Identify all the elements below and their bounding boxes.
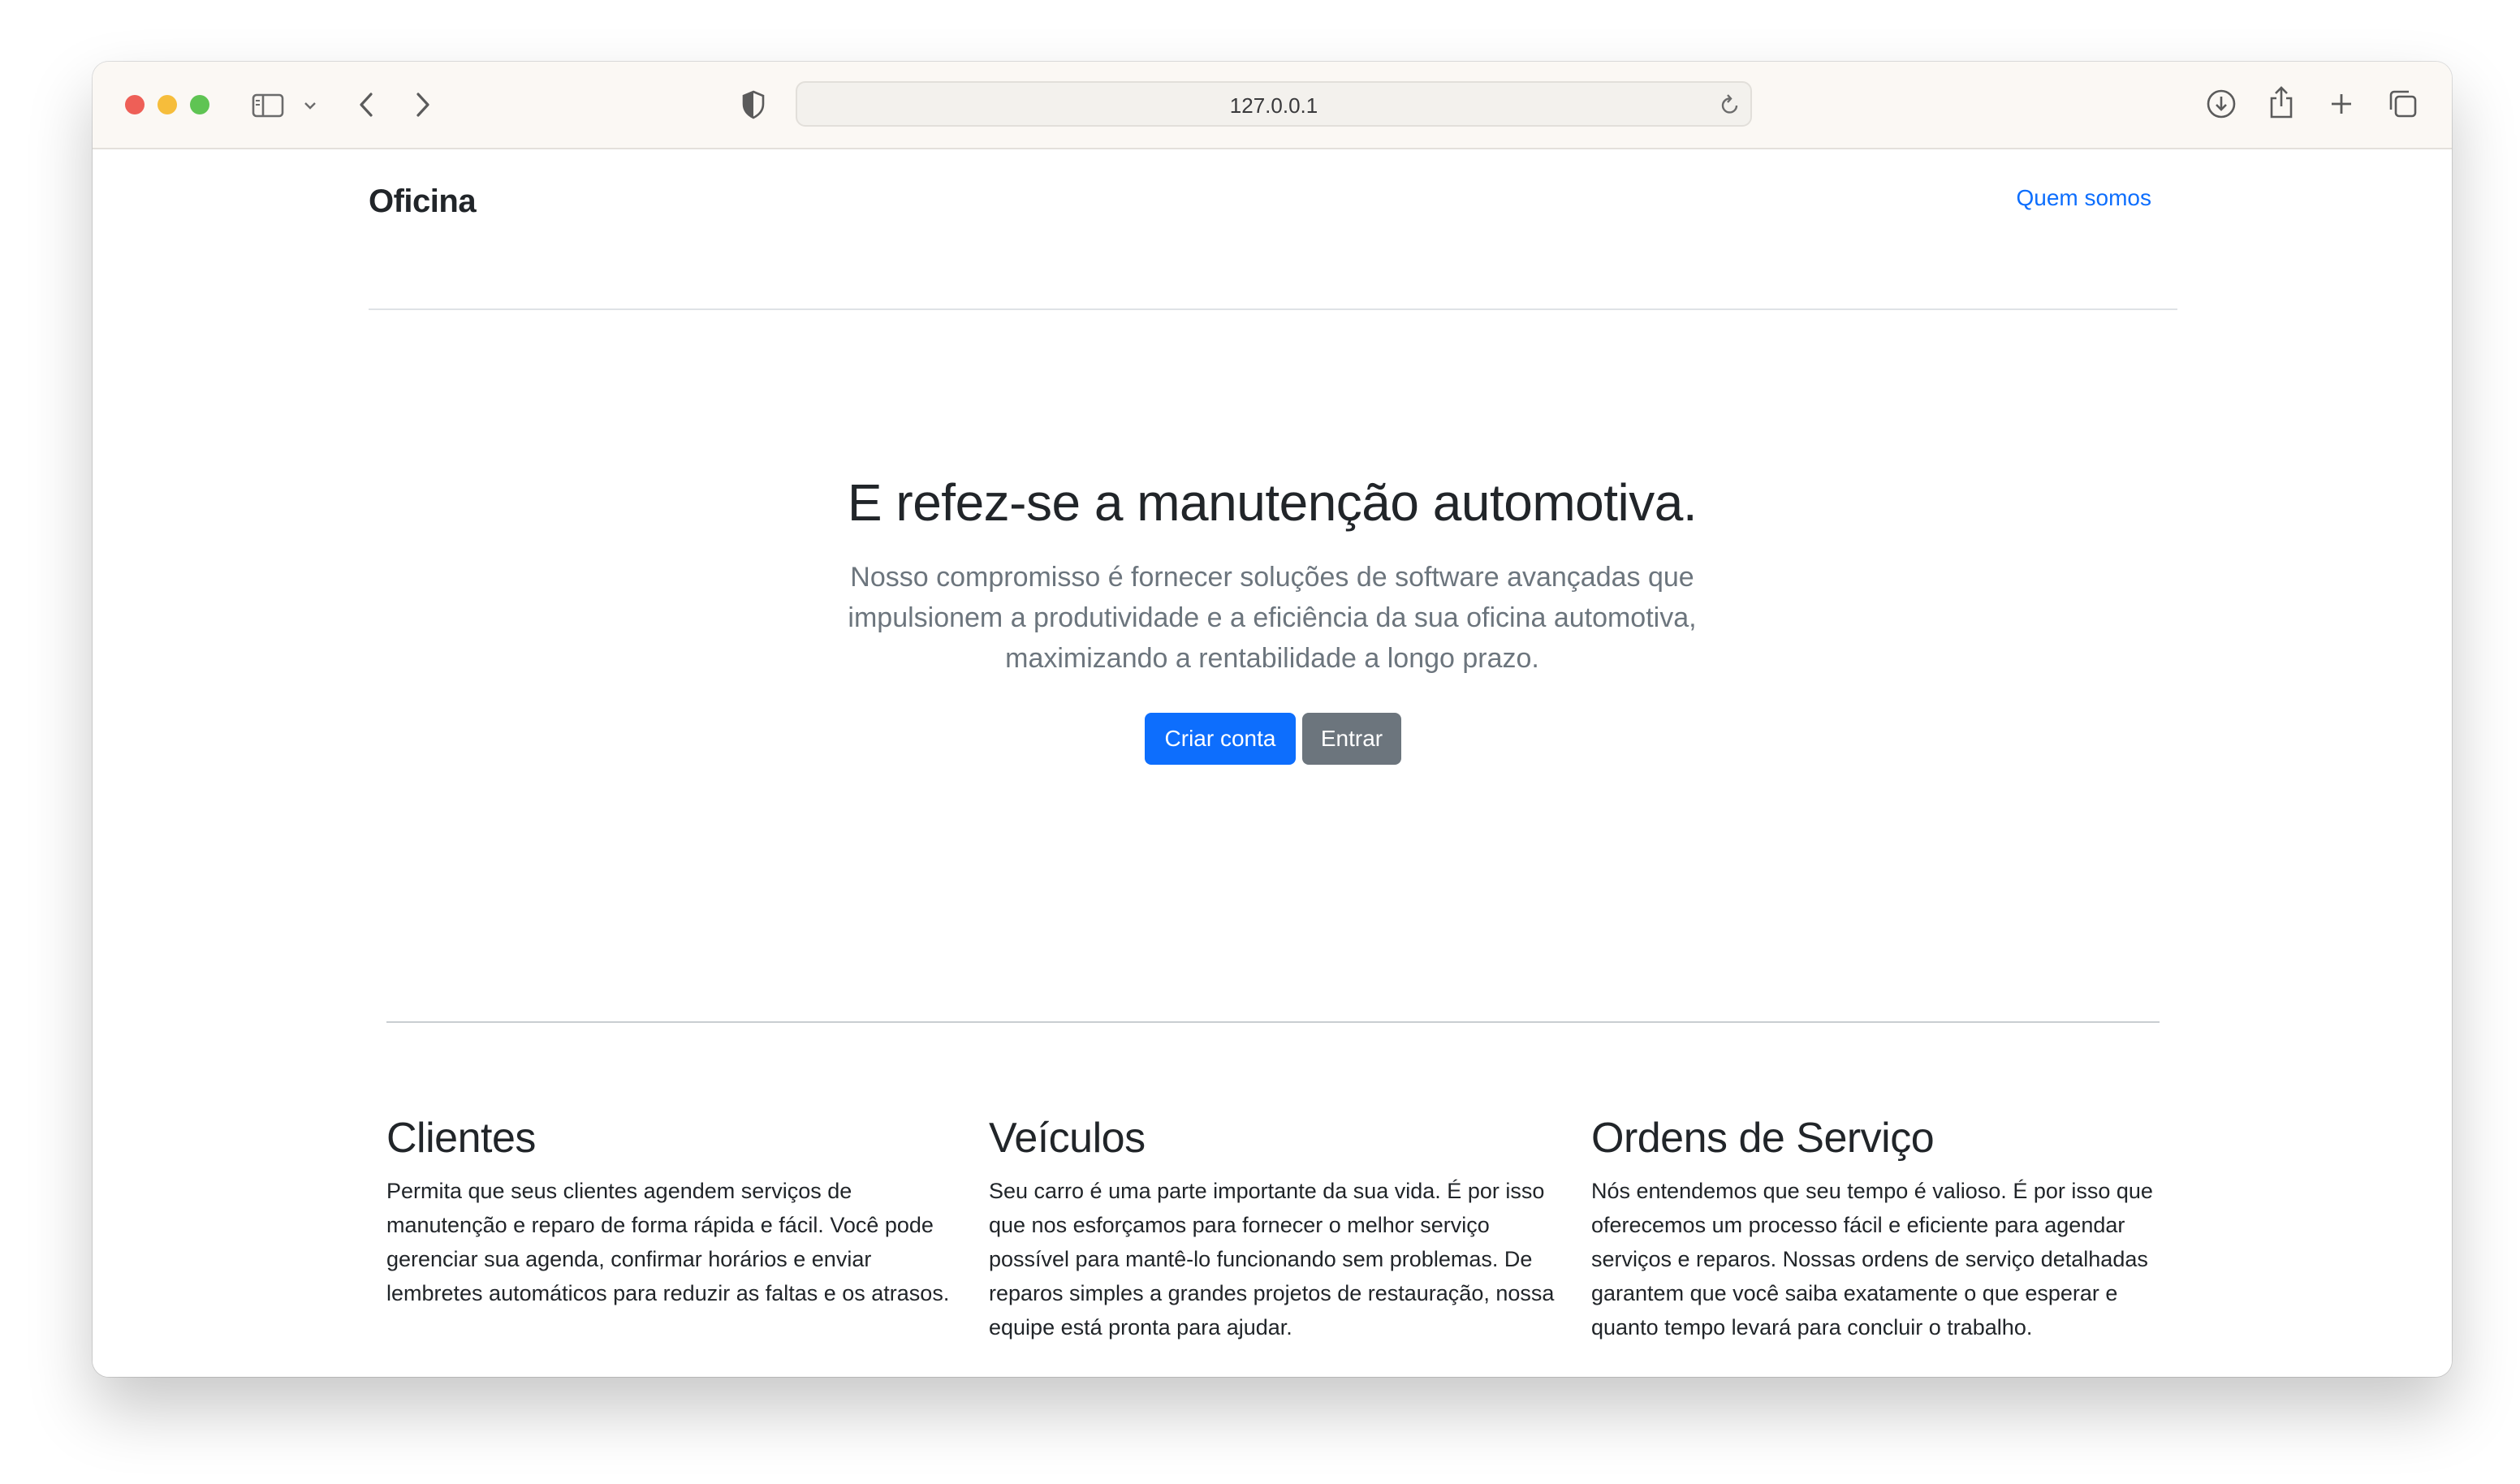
feature-title: Veículos (989, 1115, 1146, 1162)
new-tab-icon[interactable] (2325, 88, 2358, 120)
feature-title: Ordens de Serviço (1591, 1115, 1935, 1162)
page-content: Oficina Quem somos E refez-se a manutenç… (93, 149, 2452, 1377)
forward-icon[interactable] (409, 88, 437, 122)
share-icon[interactable] (2265, 83, 2298, 122)
header-divider (369, 308, 2177, 310)
browser-window: 127.0.0.1 Oficina Quem somos E refez-se … (93, 62, 2452, 1377)
reload-icon[interactable] (1718, 93, 1742, 117)
chevron-down-icon[interactable] (300, 96, 320, 115)
browser-toolbar: 127.0.0.1 (93, 62, 2452, 149)
feature-text: Nós entendemos que seu tempo é valioso. … (1591, 1179, 2153, 1339)
nav-link-quem-somos[interactable]: Quem somos (2017, 185, 2152, 211)
hero-title: E refez-se a manutenção automotiva. (847, 473, 1698, 532)
privacy-shield-icon[interactable] (739, 88, 768, 122)
maximize-window-button[interactable] (190, 95, 209, 114)
url-text: 127.0.0.1 (1229, 93, 1318, 118)
tabs-overview-icon[interactable] (2385, 86, 2421, 122)
brand-logo[interactable]: Oficina (369, 183, 477, 220)
feature-text: Seu carro é uma parte importante da sua … (989, 1179, 1555, 1339)
login-button[interactable]: Entrar (1302, 713, 1401, 765)
feature-text: Permita que seus clientes agendem serviç… (386, 1179, 950, 1305)
feature-veiculos: Veículos Seu carro é uma parte important… (989, 1114, 1557, 1344)
create-account-button[interactable]: Criar conta (1145, 713, 1296, 765)
feature-clientes: Clientes Permita que seus clientes agend… (386, 1114, 955, 1310)
section-divider (386, 1021, 2160, 1023)
sidebar-icon[interactable] (250, 89, 286, 122)
feature-ordens-de-servico: Ordens de Serviço Nós entendemos que seu… (1591, 1114, 2160, 1344)
download-icon[interactable] (2203, 86, 2239, 122)
hero-lead: Nosso compromisso é fornecer soluções de… (848, 562, 1697, 674)
close-window-button[interactable] (125, 95, 145, 114)
feature-title: Clientes (386, 1115, 536, 1162)
back-icon[interactable] (352, 88, 380, 122)
address-bar[interactable]: 127.0.0.1 (796, 81, 1752, 127)
minimize-window-button[interactable] (158, 95, 177, 114)
